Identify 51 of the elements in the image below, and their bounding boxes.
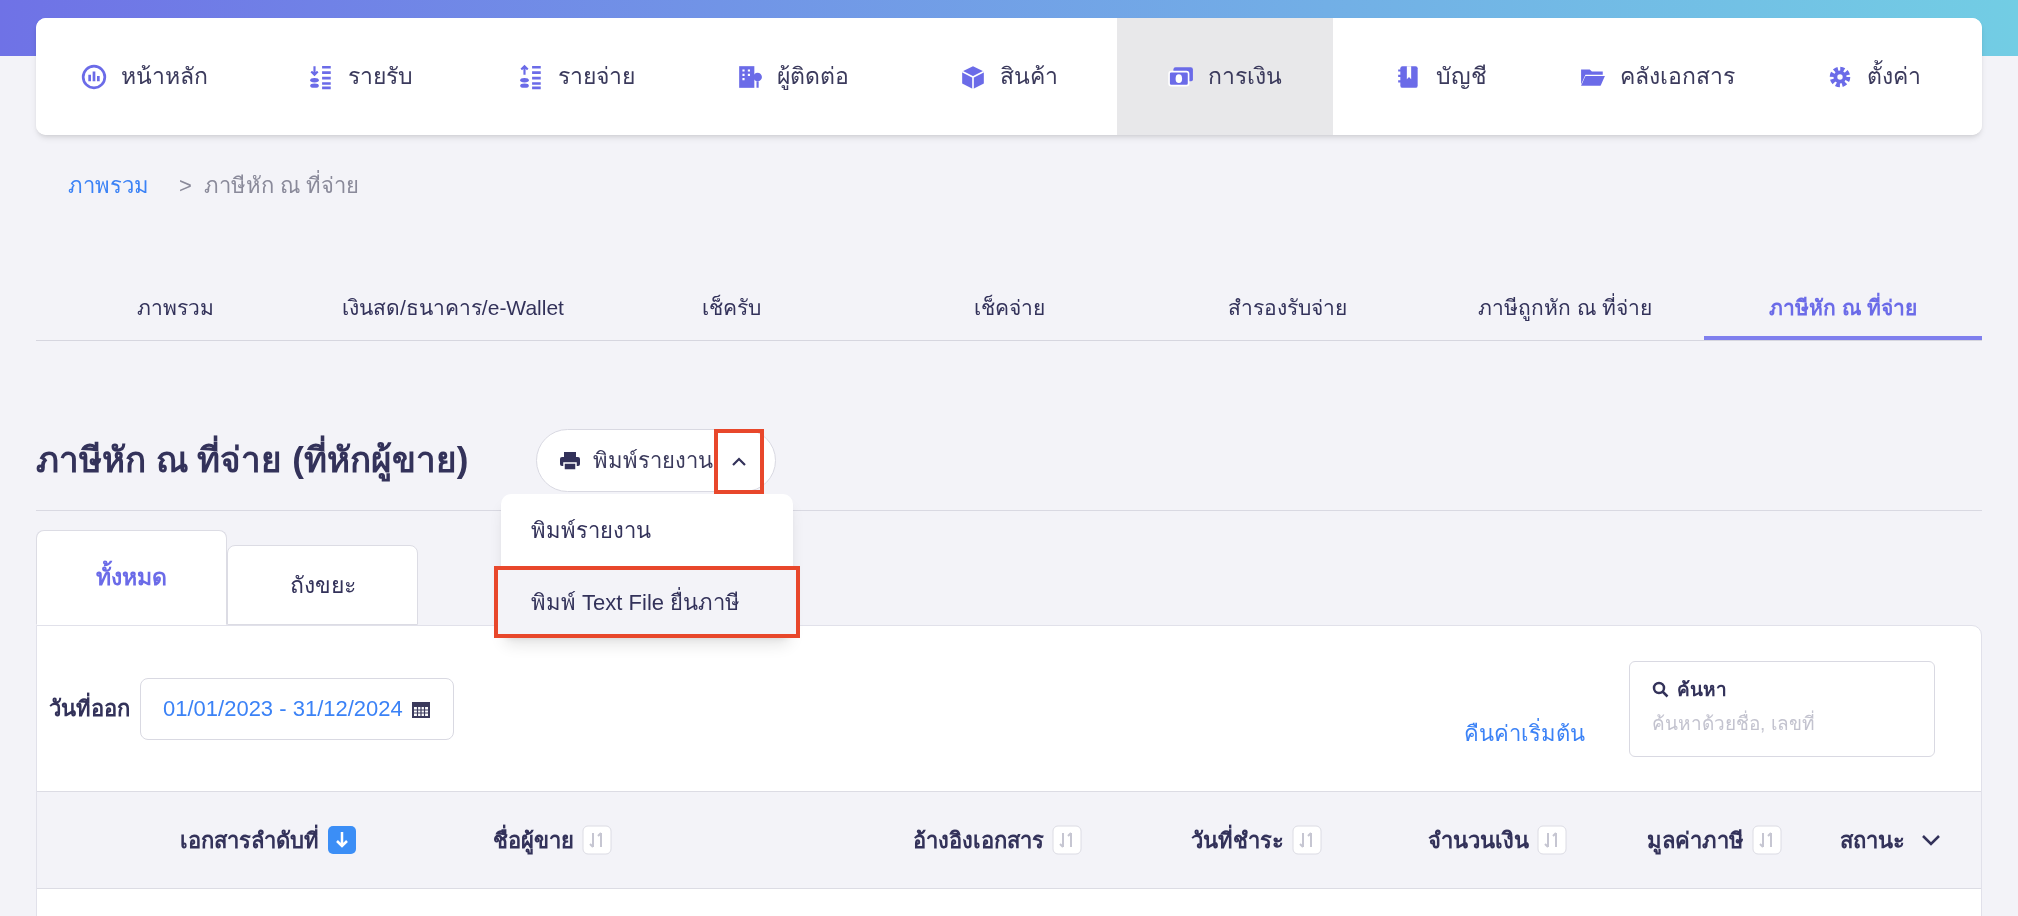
- list-tab[interactable]: ทั้งหมด: [36, 530, 227, 625]
- column-header: จำนวนเงิน: [1428, 826, 1529, 855]
- nav-item[interactable]: การเงิน: [1117, 18, 1334, 135]
- section-tab[interactable]: เงินสด/ธนาคาร/e-Wallet: [314, 279, 592, 340]
- building-icon: [736, 63, 763, 90]
- search-icon: [1652, 681, 1669, 699]
- column-header: มูลค่าภาษี: [1647, 826, 1744, 857]
- column-header: อ้างอิงเอกสาร: [913, 826, 1044, 855]
- sort-icon[interactable]: [1537, 825, 1567, 855]
- section-tab[interactable]: สำรองรับจ่าย: [1148, 279, 1426, 340]
- list-tab[interactable]: ถังขยะ: [227, 545, 418, 625]
- nav-item[interactable]: สินค้า: [900, 18, 1118, 135]
- page-title: ภาษีหัก ณ ที่จ่าย (ที่หักผู้ขาย): [36, 434, 536, 487]
- nav-item[interactable]: ผู้ติดต่อ: [684, 18, 901, 135]
- date-range-value: 01/01/2023 - 31/12/2024: [163, 695, 403, 723]
- gauge-icon: [80, 63, 107, 90]
- nav-item[interactable]: หน้าหลัก: [36, 18, 253, 135]
- section-tab[interactable]: ภาพรวม: [36, 279, 314, 340]
- section-tab[interactable]: เช็คจ่าย: [870, 279, 1148, 340]
- print-report-button[interactable]: พิมพ์รายงาน: [536, 429, 776, 492]
- section-tab[interactable]: ภาษีหัก ณ ที่จ่าย: [1704, 279, 1982, 340]
- search-label: ค้นหา: [1677, 677, 1727, 702]
- menu-item[interactable]: พิมพ์รายงาน: [501, 494, 793, 566]
- nav-item[interactable]: บัญชี: [1333, 18, 1550, 135]
- column-header: สถานะ: [1840, 826, 1905, 855]
- sort-icon[interactable]: [1292, 825, 1322, 855]
- search-input[interactable]: ค้นหาด้วยชื่อ, เลขที่: [1652, 710, 1912, 739]
- breadcrumb-separator: >: [179, 171, 192, 200]
- section-tab[interactable]: ภาษีถูกหัก ณ ที่จ่าย: [1426, 279, 1704, 340]
- search-field[interactable]: ค้นหา ค้นหาด้วยชื่อ, เลขที่: [1629, 660, 1935, 757]
- date-range-field[interactable]: 01/01/2023 - 31/12/2024: [140, 677, 454, 740]
- breadcrumb-current: ภาษีหัก ณ ที่จ่าย: [203, 169, 360, 200]
- chevron-down-icon[interactable]: [1921, 834, 1941, 846]
- caret-icon[interactable]: [731, 456, 747, 467]
- column-header: ชื่อผู้ขาย: [493, 823, 574, 857]
- date-filter-label: วันที่ออก: [49, 692, 130, 725]
- printer-icon: [559, 450, 581, 471]
- box-icon: [960, 63, 986, 90]
- reset-filters-link[interactable]: คืนค่าเริ่มต้น: [1464, 717, 1585, 750]
- nav-item[interactable]: รายจ่าย: [468, 18, 685, 135]
- sort-icon[interactable]: [1752, 825, 1782, 855]
- column-header: เอกสารลำดับที่: [180, 823, 319, 857]
- menu-item[interactable]: พิมพ์ Text File ยื่นภาษี: [494, 566, 800, 638]
- section-tab[interactable]: เช็ครับ: [592, 279, 870, 340]
- nav-item[interactable]: ตั้งค่า: [1765, 18, 1982, 135]
- column-header: วันที่ชำระ: [1191, 823, 1284, 857]
- sort-icon[interactable]: [1052, 825, 1082, 855]
- coins-down-icon: [307, 63, 334, 90]
- sort-icon[interactable]: [582, 825, 612, 855]
- nav-item[interactable]: คลังเอกสาร: [1549, 18, 1766, 135]
- nav-item[interactable]: รายรับ: [252, 18, 469, 135]
